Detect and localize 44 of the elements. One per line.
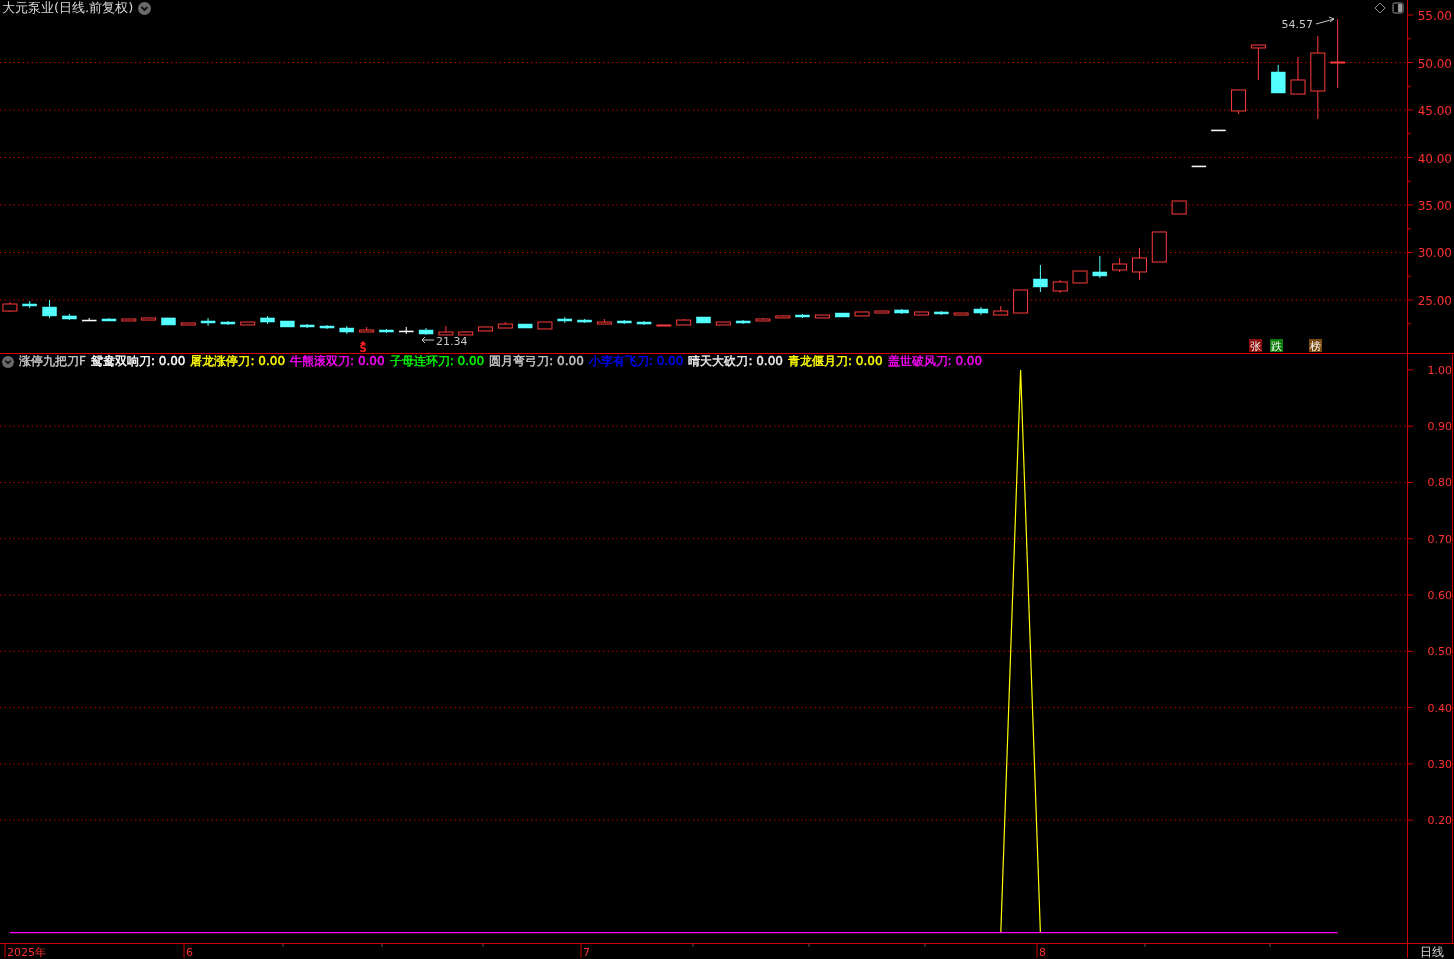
chevron-down-icon[interactable]: [138, 1, 152, 15]
axis-label: 0.80: [1427, 476, 1452, 490]
indicator-name: 涨停九把刀F: [19, 354, 86, 369]
legend-item: 牛熊滚双刀: 0.00: [290, 354, 385, 369]
axis-label: 40.00: [1417, 151, 1452, 166]
legend-item: 圆月弯弓刀: 0.00: [489, 354, 584, 369]
signal-mark: S: [359, 341, 367, 353]
legend-item: 屠龙涨停刀: 0.00: [190, 354, 286, 369]
axis-label: 50.00: [1417, 56, 1452, 71]
arrow-icon: [1315, 16, 1335, 25]
legend-item: 鸳鸯双响刀: 0.00: [90, 354, 186, 369]
legend-item: 小李有飞刀: 0.00: [588, 354, 684, 369]
axis-label: 0.30: [1427, 757, 1452, 771]
legend-item: 子母连环刀: 0.00: [389, 354, 485, 369]
axis-label: 0.40: [1427, 701, 1452, 715]
axis-label: 25.00: [1417, 294, 1452, 308]
diamond-icon[interactable]: [1374, 2, 1386, 14]
axis-label: 55.00: [1417, 9, 1452, 23]
badge[interactable]: 跌: [1270, 339, 1283, 353]
legend-item: 盖世破风刀: 0.00: [887, 354, 983, 369]
legend-item: 晴天大砍刀: 0.00: [688, 354, 783, 369]
legend-item: 青龙偃月刀: 0.00: [787, 354, 883, 369]
price-label: 21.34: [436, 335, 468, 348]
axis-label: 0.60: [1427, 589, 1452, 603]
axis-label: 0.90: [1427, 420, 1452, 434]
axis-label: 0.20: [1427, 814, 1452, 828]
time-label: 7: [583, 946, 590, 958]
time-label: 8: [1039, 946, 1046, 958]
axis-label: 35.00: [1417, 199, 1452, 213]
price-label: 54.57: [1281, 18, 1313, 31]
badge[interactable]: 张: [1249, 339, 1262, 353]
axis-label: 0.50: [1427, 645, 1452, 659]
panel-toggle-icon[interactable]: [1392, 2, 1404, 14]
axis-label: 0.70: [1427, 532, 1452, 546]
arrow-icon: [421, 336, 435, 344]
period-label[interactable]: 日线: [1420, 945, 1444, 958]
axis-label: 30.00: [1417, 246, 1452, 261]
time-label: 6: [186, 946, 193, 958]
badge[interactable]: 榜: [1309, 339, 1322, 353]
axis-label: 45.00: [1417, 104, 1452, 118]
stock-title: 大元泵业(日线.前复权): [2, 0, 134, 16]
time-label: 2025年: [7, 946, 46, 958]
axis-label: 1.00: [1427, 363, 1452, 377]
chevron-down-icon[interactable]: [2, 355, 14, 368]
